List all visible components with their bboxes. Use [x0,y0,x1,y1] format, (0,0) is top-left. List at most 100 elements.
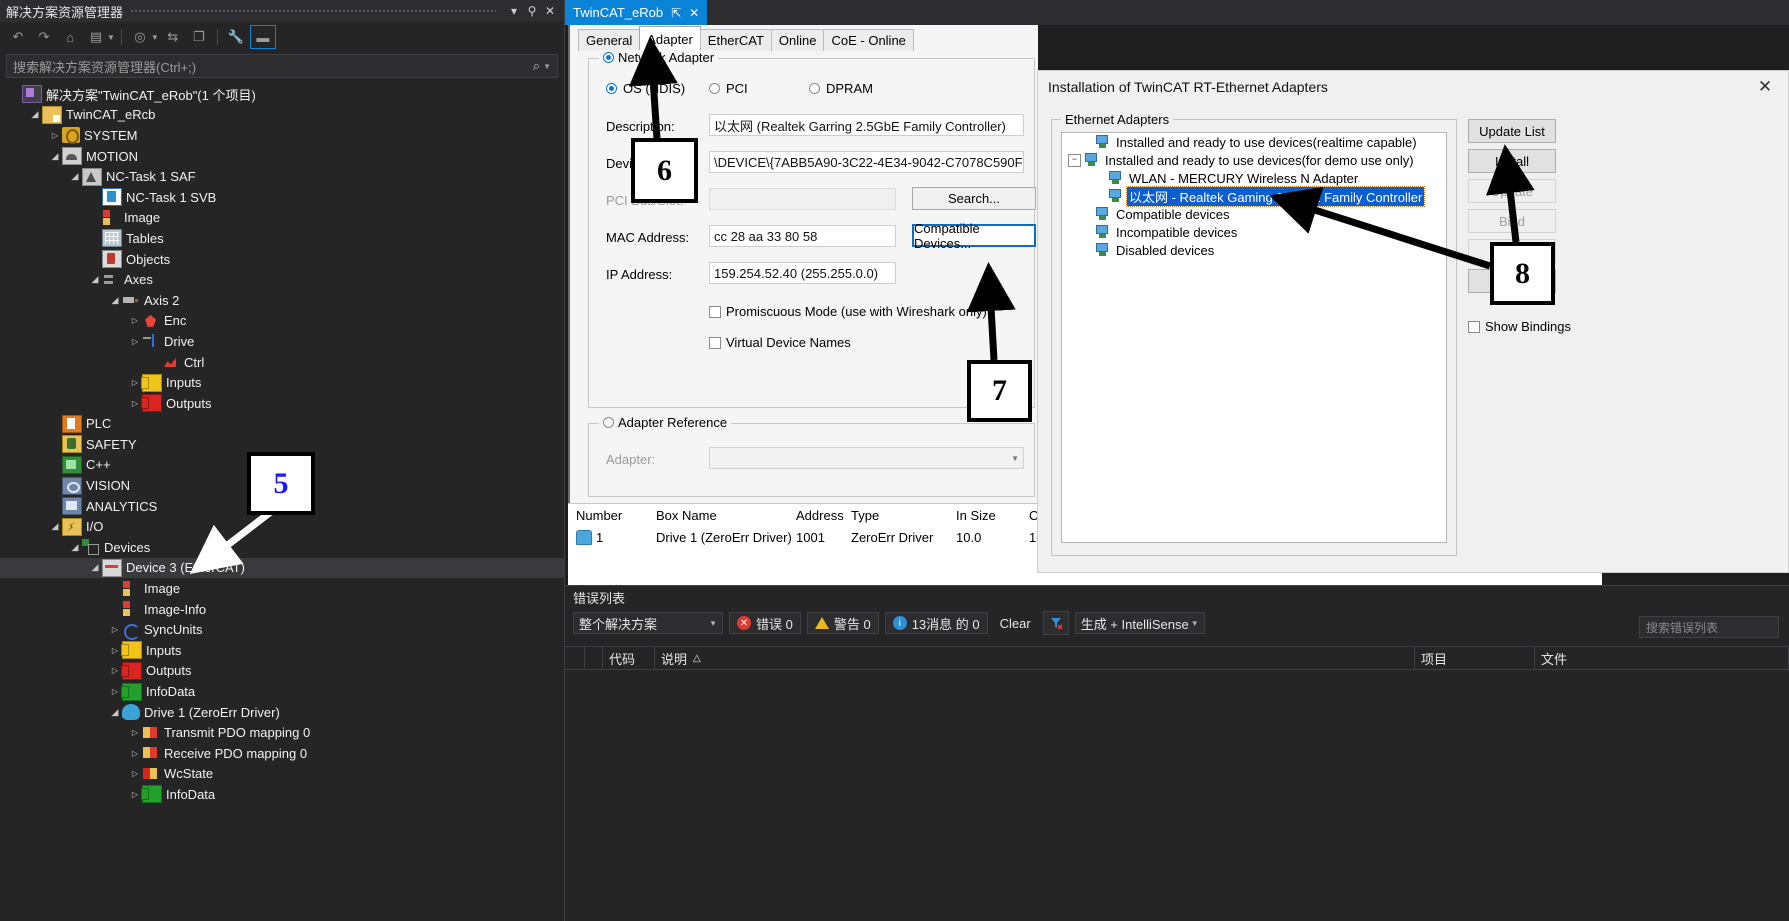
dpram-radio[interactable] [809,83,820,94]
os-ndis-radio[interactable] [606,83,617,94]
document-tab-twincat-erob[interactable]: TwinCAT_eRob ⇱ ✕ [565,0,708,25]
error-list-column-header[interactable]: 文件 [1535,647,1789,669]
adapter-tree-item[interactable]: Installed and ready to use devices(realt… [1062,133,1446,151]
tree-item[interactable]: ◢ MOTION [0,146,564,167]
collapsed-chevron-icon[interactable]: ▷ [108,666,122,675]
tree-item[interactable]: ▷ WcState [0,764,564,785]
error-list-column-header[interactable] [565,647,585,669]
adapter-reference-radio[interactable] [603,417,614,428]
warnings-filter-button[interactable]: 警告 0 [806,612,879,634]
adapter-reference-chevron-down-icon[interactable]: ▼ [1011,454,1019,463]
tree-item[interactable]: ◢ Axes [0,269,564,290]
network-adapter-radio[interactable] [603,52,614,63]
device-name-input[interactable]: \DEVICE\{7ABB5A90-3C22-4E34-9042-C7078C5… [709,151,1024,173]
show-all-files-chevron-down-icon[interactable]: ▼ [107,33,115,42]
tree-item[interactable]: Ctrl [0,352,564,373]
expanded-chevron-icon[interactable]: ◢ [28,109,42,120]
box-table-column-header[interactable]: Number [568,508,656,523]
error-list-column-header[interactable]: 代码 [603,647,655,669]
expanded-chevron-icon[interactable]: ◢ [68,542,82,553]
tree-item[interactable]: 解决方案"TwinCAT_eRob"(1 个项目) [0,84,564,105]
tree-item[interactable]: ▷ Inputs [0,372,564,393]
collapse-expander-icon[interactable]: − [1068,153,1081,167]
tree-item[interactable]: ▷ Drive [0,331,564,352]
adapter-tree-item[interactable]: Disabled devices [1062,241,1446,259]
back-arrow-icon[interactable]: ↶ [6,26,30,48]
tree-item[interactable]: NC-Task 1 SVB [0,187,564,208]
tree-item[interactable]: ▷ SyncUnits [0,619,564,640]
close-icon[interactable]: ✕ [542,2,558,20]
tab-adapter[interactable]: Adapter [639,26,701,51]
box-table-column-header[interactable]: Type [851,508,956,523]
tree-item[interactable]: ◢ NC-Task 1 SAF [0,166,564,187]
tree-item[interactable]: PLC [0,414,564,435]
adapter-reference-combo[interactable]: ▼ [709,447,1024,469]
properties-wrench-icon[interactable]: 🔧 [224,26,248,48]
search-chevron-down-icon[interactable]: ▼ [543,62,551,71]
ip-address-input[interactable]: 159.254.52.40 (255.255.0.0) [709,262,896,284]
show-bindings-checkbox[interactable] [1468,320,1480,333]
tree-item[interactable]: ▷ Inputs [0,640,564,661]
pci-radio[interactable] [709,83,720,94]
install-button[interactable]: Install [1468,149,1556,173]
adapter-tree-item[interactable]: Compatible devices [1062,205,1446,223]
adapter-tree-item[interactable]: − Installed and ready to use devices(for … [1062,151,1446,169]
error-list-column-header[interactable] [585,647,603,669]
tree-item[interactable]: ▷ Enc [0,311,564,332]
tree-item[interactable]: ▷ InfoData [0,784,564,805]
update-list-button[interactable]: Update List [1468,119,1556,143]
tab-ethercat[interactable]: EtherCAT [699,29,772,51]
tree-item[interactable]: ▷ Outputs [0,661,564,682]
tree-item[interactable]: ▷ Receive PDO mapping 0 [0,743,564,764]
mode-dpram[interactable]: DPRAM [809,81,873,96]
compatible-devices-button[interactable]: Compatible Devices... [912,221,1036,251]
collapsed-chevron-icon[interactable]: ▷ [128,378,142,387]
tree-item[interactable]: ▷ Transmit PDO mapping 0 [0,722,564,743]
error-list-column-header[interactable]: 项目 [1415,647,1535,669]
pin-icon[interactable]: ⚲ [524,2,540,20]
mode-pci[interactable]: PCI [709,81,748,96]
collapsed-chevron-icon[interactable]: ▷ [128,769,142,778]
pci-bus-slot-input[interactable] [709,188,896,210]
tab-coe-online[interactable]: CoE - Online [823,29,914,51]
collapsed-chevron-icon[interactable]: ▷ [128,316,142,325]
expanded-chevron-icon[interactable]: ◢ [48,521,62,532]
clear-button[interactable]: Clear [994,616,1037,631]
collapse-all-icon[interactable]: ❐ [187,26,211,48]
collapsed-chevron-icon[interactable]: ▷ [108,687,122,696]
tree-item[interactable]: Objects [0,249,564,270]
scope-combo[interactable]: 整个解决方案 ▼ [573,612,723,634]
collapsed-chevron-icon[interactable]: ▷ [128,337,142,346]
tree-item[interactable]: ◢ Devices [0,537,564,558]
adapter-tree-item[interactable]: 以太网 - Realtek Gaming 2.5GbE Family Contr… [1062,185,1446,207]
promiscuous-mode-checkbox-row[interactable]: Promiscuous Mode (use with Wireshark onl… [709,304,987,319]
filter-icon[interactable] [1042,611,1069,635]
tree-item[interactable]: ◢ Drive 1 (ZeroErr Driver) [0,702,564,723]
error-list-column-header[interactable]: 说明 △ [655,647,1415,669]
promiscuous-mode-checkbox[interactable] [709,305,721,318]
build-intellisense-combo[interactable]: 生成 + IntelliSense ▼ [1074,612,1205,634]
tree-item[interactable]: Image [0,208,564,229]
expanded-chevron-icon[interactable]: ◢ [48,151,62,162]
search-button[interactable]: Search... [912,187,1036,210]
search-icon[interactable]: ⌕ [533,58,540,74]
tree-item[interactable]: Image-Info [0,599,564,620]
show-all-files-icon[interactable]: ▤ [84,26,108,48]
box-table-column-header[interactable]: Address [796,508,851,523]
document-tab-pin-icon[interactable]: ⇱ [671,6,681,20]
tab-general[interactable]: General [578,29,641,51]
description-input[interactable]: 以太网 (Realtek Garring 2.5GbE Family Contr… [709,114,1024,136]
tree-item[interactable]: ◢ Axis 2 [0,290,564,311]
preview-selected-items-icon[interactable]: ▬ [249,25,276,49]
mode-os-ndis[interactable]: OS (NDIS) [606,81,685,96]
adapter-reference-legend[interactable]: Adapter Reference [599,415,732,430]
virtual-device-names-checkbox-row[interactable]: Virtual Device Names [709,335,851,350]
ethernet-adapters-tree[interactable]: Installed and ready to use devices(realt… [1061,132,1447,543]
network-adapter-legend[interactable]: Network Adapter [599,50,719,65]
mac-address-input[interactable]: cc 28 aa 33 80 58 [709,225,896,247]
document-tab-close-icon[interactable]: ✕ [689,6,699,20]
collapsed-chevron-icon[interactable]: ▷ [128,728,142,737]
search-solution-explorer-input[interactable]: 搜索解决方案资源管理器(Ctrl+;) ⌕ ▼ [6,54,558,78]
refresh-icon[interactable]: ⇆ [161,26,185,48]
box-table-column-header[interactable]: In Size [956,508,1029,523]
